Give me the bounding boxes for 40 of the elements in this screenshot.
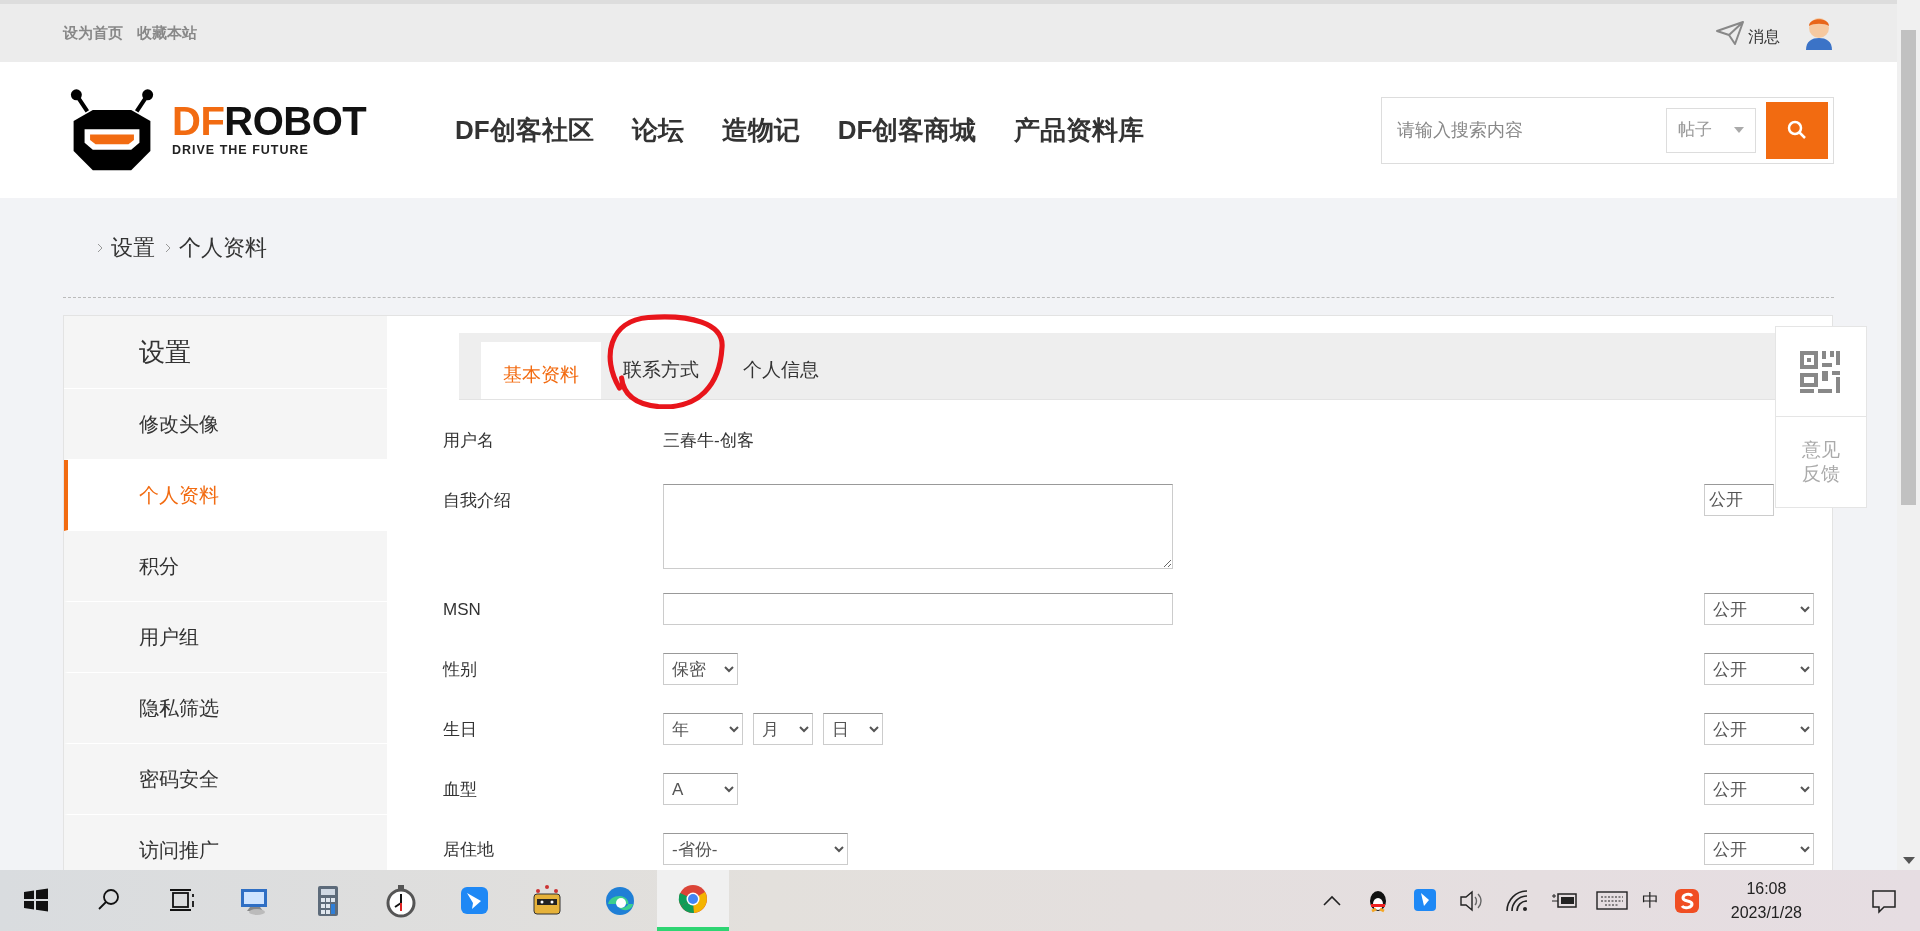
- select-field[interactable]: 日: [823, 713, 883, 745]
- breadcrumb-link[interactable]: 设置: [111, 231, 155, 264]
- privacy-select[interactable]: 公开: [1704, 484, 1774, 516]
- sidebar-item[interactable]: 密码安全: [64, 744, 387, 815]
- privacy-select[interactable]: 公开: [1704, 593, 1814, 625]
- privacy-select[interactable]: 公开: [1704, 653, 1814, 685]
- messages-link[interactable]: 消息: [1748, 25, 1780, 49]
- field-label: 血型: [443, 779, 478, 801]
- select-field[interactable]: A: [663, 773, 738, 805]
- select-field[interactable]: 保密: [663, 653, 738, 685]
- privacy-select[interactable]: 公开: [1704, 833, 1814, 865]
- tab[interactable]: 联系方式: [601, 342, 721, 399]
- field-label: 用户名: [443, 430, 495, 452]
- nav-link[interactable]: 论坛: [631, 110, 684, 150]
- logo-wordmark: DFROBOT: [172, 100, 367, 141]
- field-label: 居住地: [443, 839, 495, 861]
- nav-link[interactable]: DF创客社区: [455, 110, 594, 150]
- clock-time[interactable]: 16:08: [1730, 877, 1802, 901]
- sidebar-title: 设置: [139, 335, 191, 369]
- field-label: 性别: [443, 659, 478, 681]
- logo-tagline: DRIVE THE FUTURE: [172, 141, 310, 159]
- select-field[interactable]: 月: [753, 713, 813, 745]
- field-label: MSN: [443, 599, 482, 621]
- select-field[interactable]: 年: [663, 713, 743, 745]
- tab[interactable]: 个人信息: [721, 342, 841, 399]
- ime-indicator[interactable]: 中: [1641, 887, 1659, 914]
- sidebar-item[interactable]: 隐私筛选: [64, 673, 387, 744]
- nav-link[interactable]: 产品资料库: [1014, 110, 1145, 150]
- clock-date[interactable]: 2023/1/28: [1730, 900, 1802, 924]
- sidebar-item[interactable]: 用户组: [64, 602, 387, 673]
- privacy-select[interactable]: 公开: [1704, 713, 1814, 745]
- breadcrumb-link[interactable]: 个人资料: [179, 231, 267, 264]
- nav-link[interactable]: 造物记: [721, 110, 800, 150]
- field-label: 自我介绍: [443, 490, 512, 512]
- privacy-select[interactable]: 公开: [1704, 773, 1814, 805]
- field-label: 生日: [443, 719, 478, 741]
- username-text: 三春牛-创客: [663, 430, 754, 452]
- sidebar-item[interactable]: 积分: [64, 531, 387, 602]
- select-field[interactable]: -省份-: [663, 833, 848, 865]
- nav-link[interactable]: DF创客商城: [837, 110, 977, 150]
